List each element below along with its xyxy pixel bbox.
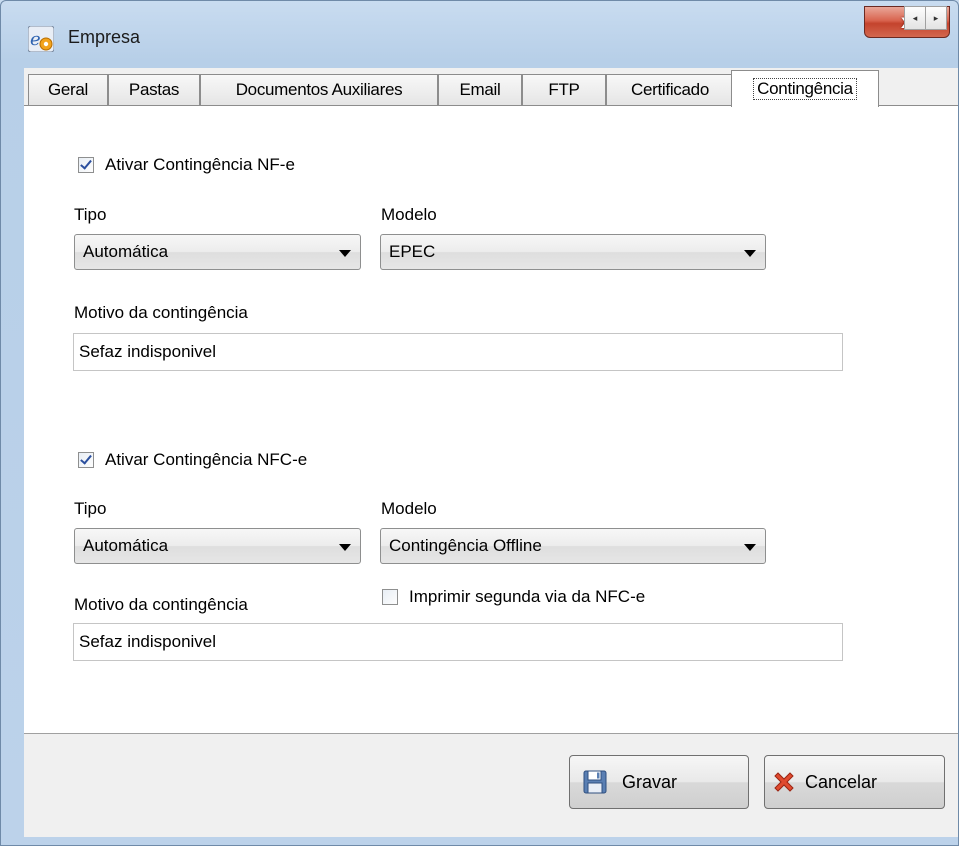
nfce-enable-label: Ativar Contingência NFC-e — [105, 450, 308, 469]
tab-label: Contingência — [753, 78, 857, 100]
svg-text:e: e — [30, 29, 41, 50]
checkbox-box[interactable] — [78, 452, 94, 468]
nfe-motivo-label: Motivo da contingência — [74, 303, 248, 322]
dialog-window: e Empresa x Geral Pastas Documentos Auxi… — [0, 0, 959, 846]
tab-strip: Geral Pastas Documentos Auxiliares Email… — [24, 70, 959, 107]
nfce-modelo-label: Modelo — [381, 499, 437, 518]
cancel-button[interactable]: Cancelar — [764, 755, 945, 809]
nfce-tipo-label: Tipo — [74, 499, 107, 518]
save-button[interactable]: Gravar — [569, 755, 749, 809]
nfe-modelo-label: Modelo — [381, 205, 437, 224]
tab-contingencia[interactable]: Contingência — [731, 70, 879, 107]
nfce-modelo-select[interactable]: Contingência Offline — [380, 528, 766, 564]
nfce-tipo-select[interactable]: Automática — [74, 528, 361, 564]
window-bottom-frame — [24, 837, 959, 846]
tab-label: Email — [459, 80, 501, 99]
nfce-tipo-value: Automática — [83, 536, 169, 555]
footer-divider — [24, 733, 959, 734]
nfe-tipo-value: Automática — [83, 242, 169, 261]
nfce-enable-checkbox[interactable]: Ativar Contingência NFC-e — [78, 450, 307, 470]
red-x-icon — [774, 772, 794, 792]
tab-certificado[interactable]: Certificado — [606, 74, 734, 105]
checkbox-box[interactable] — [382, 589, 398, 605]
nfe-motivo-input[interactable]: Sefaz indisponivel — [73, 333, 843, 371]
tab-ftp[interactable]: FTP — [522, 74, 606, 105]
arrow-left-icon: ◂ — [912, 12, 918, 23]
chevron-down-icon — [744, 544, 756, 551]
app-logo-icon: e — [28, 26, 54, 52]
nfce-motivo-value: Sefaz indisponivel — [79, 632, 217, 651]
chevron-down-icon — [339, 544, 351, 551]
checkbox-box[interactable] — [78, 157, 94, 173]
tab-scroll-right-button[interactable]: ▸ — [925, 6, 947, 30]
save-label: Gravar — [622, 771, 678, 792]
tab-label: Geral — [47, 80, 89, 99]
tab-scroll-left-button[interactable]: ◂ — [904, 6, 926, 30]
tab-geral[interactable]: Geral — [28, 74, 108, 105]
floppy-disk-icon — [583, 770, 607, 794]
nfe-enable-label: Ativar Contingência NF-e — [105, 155, 295, 174]
nfe-modelo-value: EPEC — [389, 242, 436, 261]
nfce-motivo-input[interactable]: Sefaz indisponivel — [73, 623, 843, 661]
nfce-print-second-copy-label: Imprimir segunda via da NFC-e — [409, 587, 646, 606]
window-title: Empresa — [68, 27, 141, 47]
chevron-down-icon — [744, 250, 756, 257]
nfce-motivo-label: Motivo da contingência — [74, 595, 248, 614]
tab-label: FTP — [548, 80, 580, 99]
nfe-modelo-select[interactable]: EPEC — [380, 234, 766, 270]
nfe-enable-checkbox[interactable]: Ativar Contingência NF-e — [78, 155, 295, 175]
nfce-print-second-copy-checkbox[interactable]: Imprimir segunda via da NFC-e — [382, 587, 645, 607]
arrow-right-icon: ▸ — [933, 12, 939, 23]
nfe-motivo-value: Sefaz indisponivel — [79, 342, 217, 361]
contingencia-panel: Ativar Contingência NF-e Tipo Modelo Aut… — [24, 105, 959, 733]
tab-scroll-buttons: ◂ ▸ — [884, 6, 950, 32]
tab-label: Certificado — [631, 80, 709, 99]
nfce-modelo-value: Contingência Offline — [389, 536, 542, 555]
tab-label: Documentos Auxiliares — [235, 80, 403, 99]
cancel-label: Cancelar — [805, 771, 878, 792]
tab-documentos-auxiliares[interactable]: Documentos Auxiliares — [200, 74, 438, 105]
chevron-down-icon — [339, 250, 351, 257]
nfe-tipo-select[interactable]: Automática — [74, 234, 361, 270]
nfe-tipo-label: Tipo — [74, 205, 107, 224]
tab-label: Pastas — [128, 80, 180, 99]
tab-pastas[interactable]: Pastas — [108, 74, 200, 105]
tab-email[interactable]: Email — [438, 74, 522, 105]
title-bar[interactable]: e Empresa x — [0, 0, 959, 70]
